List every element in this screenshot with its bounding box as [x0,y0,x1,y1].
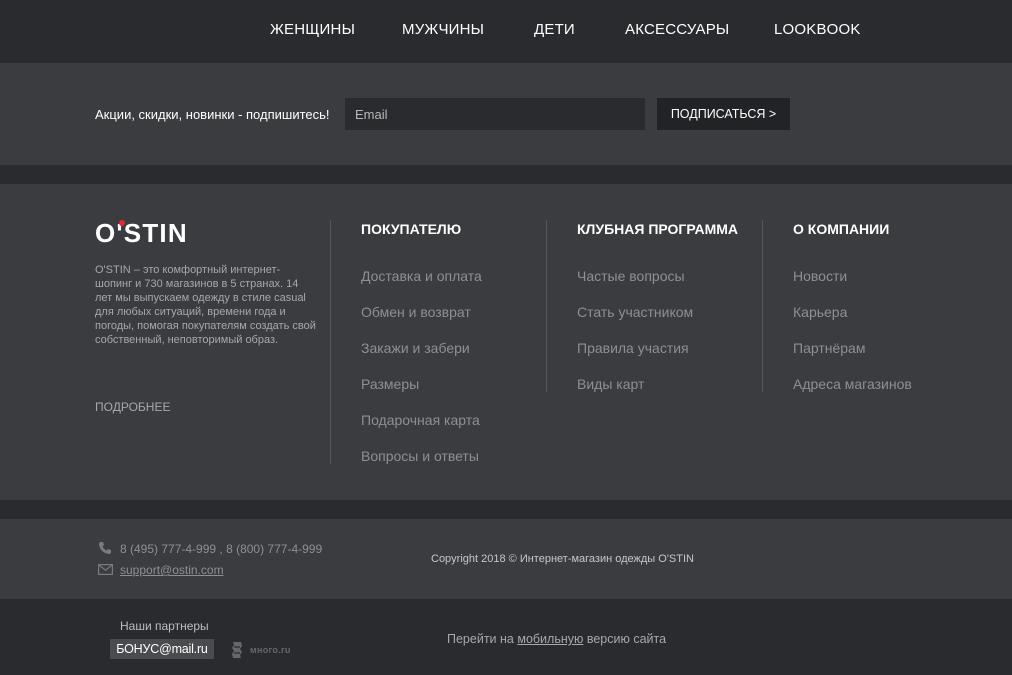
subscribe-bar: Акции, скидки, новинки - подпишитесь! ПО… [0,63,1012,165]
link-gift-card[interactable]: Подарочная карта [361,412,480,428]
column-title-club: КЛУБНАЯ ПРОГРАММА [577,221,739,237]
link-career[interactable]: Карьера [793,304,847,320]
email-input[interactable] [345,98,645,130]
ostin-logo[interactable]: O'STIN [95,218,220,248]
link-rules[interactable]: Правила участия [577,340,689,356]
divider [0,500,1012,519]
link-delivery[interactable]: Доставка и оплата [361,268,482,284]
mobile-version-text: Перейти на мобильную версию сайта [447,632,666,646]
column-title-buyer: ПОКУПАТЕЛЮ [361,221,462,237]
bottom-bar: Наши партнеры БОНУС@mail.ru много.ru Пер… [0,599,1012,675]
link-exchange[interactable]: Обмен и возврат [361,304,471,320]
nav-item-lookbook[interactable]: LOOKBOOK [774,21,861,38]
column-divider [762,220,763,392]
bonus-mailru-logo[interactable]: БОНУС@mail.ru [110,639,214,659]
logo-dot-icon [119,220,125,226]
link-sizes[interactable]: Размеры [361,376,419,392]
mobile-version-link[interactable]: мобильную [517,632,583,646]
contacts-bar: 8 (495) 777-4-999 , 8 (800) 777-4-999 su… [0,519,1012,599]
column-divider [546,220,547,392]
link-click-collect[interactable]: Закажи и забери [361,340,470,356]
mnogo-logo-icon [232,642,242,658]
nav-item-kids[interactable]: ДЕТИ [534,21,575,38]
link-faq[interactable]: Вопросы и ответы [361,448,479,464]
logo-text: O'STIN [95,218,188,248]
mnogo-ru-logo[interactable]: много.ru [230,640,290,660]
divider [0,165,1012,184]
nav-item-men[interactable]: МУЖЧИНЫ [402,21,484,38]
envelope-icon [98,564,113,575]
link-card-types[interactable]: Виды карт [577,376,644,392]
mobile-prefix: Перейти на [447,632,518,646]
about-text: O'STIN – это комфортный интернет-шопинг … [95,264,316,346]
footer-main: O'STIN O'STIN – это комфортный интернет-… [0,184,1012,500]
support-email-link[interactable]: support@ostin.com [120,563,224,577]
column-title-company: О КОМПАНИИ [793,221,890,237]
column-divider [330,220,331,464]
nav-item-accessories[interactable]: АКСЕССУАРЫ [625,21,729,38]
copyright: Copyright 2018 © Интернет-магазин одежды… [431,553,694,565]
mnogo-text: много.ru [250,645,291,655]
more-link[interactable]: ПОДРОБНЕЕ [95,400,170,414]
link-news[interactable]: Новости [793,268,847,284]
subscribe-button[interactable]: ПОДПИСАТЬСЯ > [657,98,790,130]
link-club-faq[interactable]: Частые вопросы [577,268,685,284]
subscribe-label: Акции, скидки, новинки - подпишитесь! [95,107,330,122]
nav-item-women[interactable]: ЖЕНЩИНЫ [270,21,355,38]
phone-numbers: 8 (495) 777-4-999 , 8 (800) 777-4-999 [120,542,323,556]
top-navigation: ЖЕНЩИНЫ МУЖЧИНЫ ДЕТИ АКСЕССУАРЫ LOOKBOOK [0,0,1012,63]
mobile-suffix: версию сайта [583,632,667,646]
phone-icon [99,542,111,554]
link-partners[interactable]: Партнёрам [793,340,865,356]
link-stores[interactable]: Адреса магазинов [793,376,912,392]
partners-label: Наши партнеры [120,619,209,633]
link-join[interactable]: Стать участником [577,304,693,320]
